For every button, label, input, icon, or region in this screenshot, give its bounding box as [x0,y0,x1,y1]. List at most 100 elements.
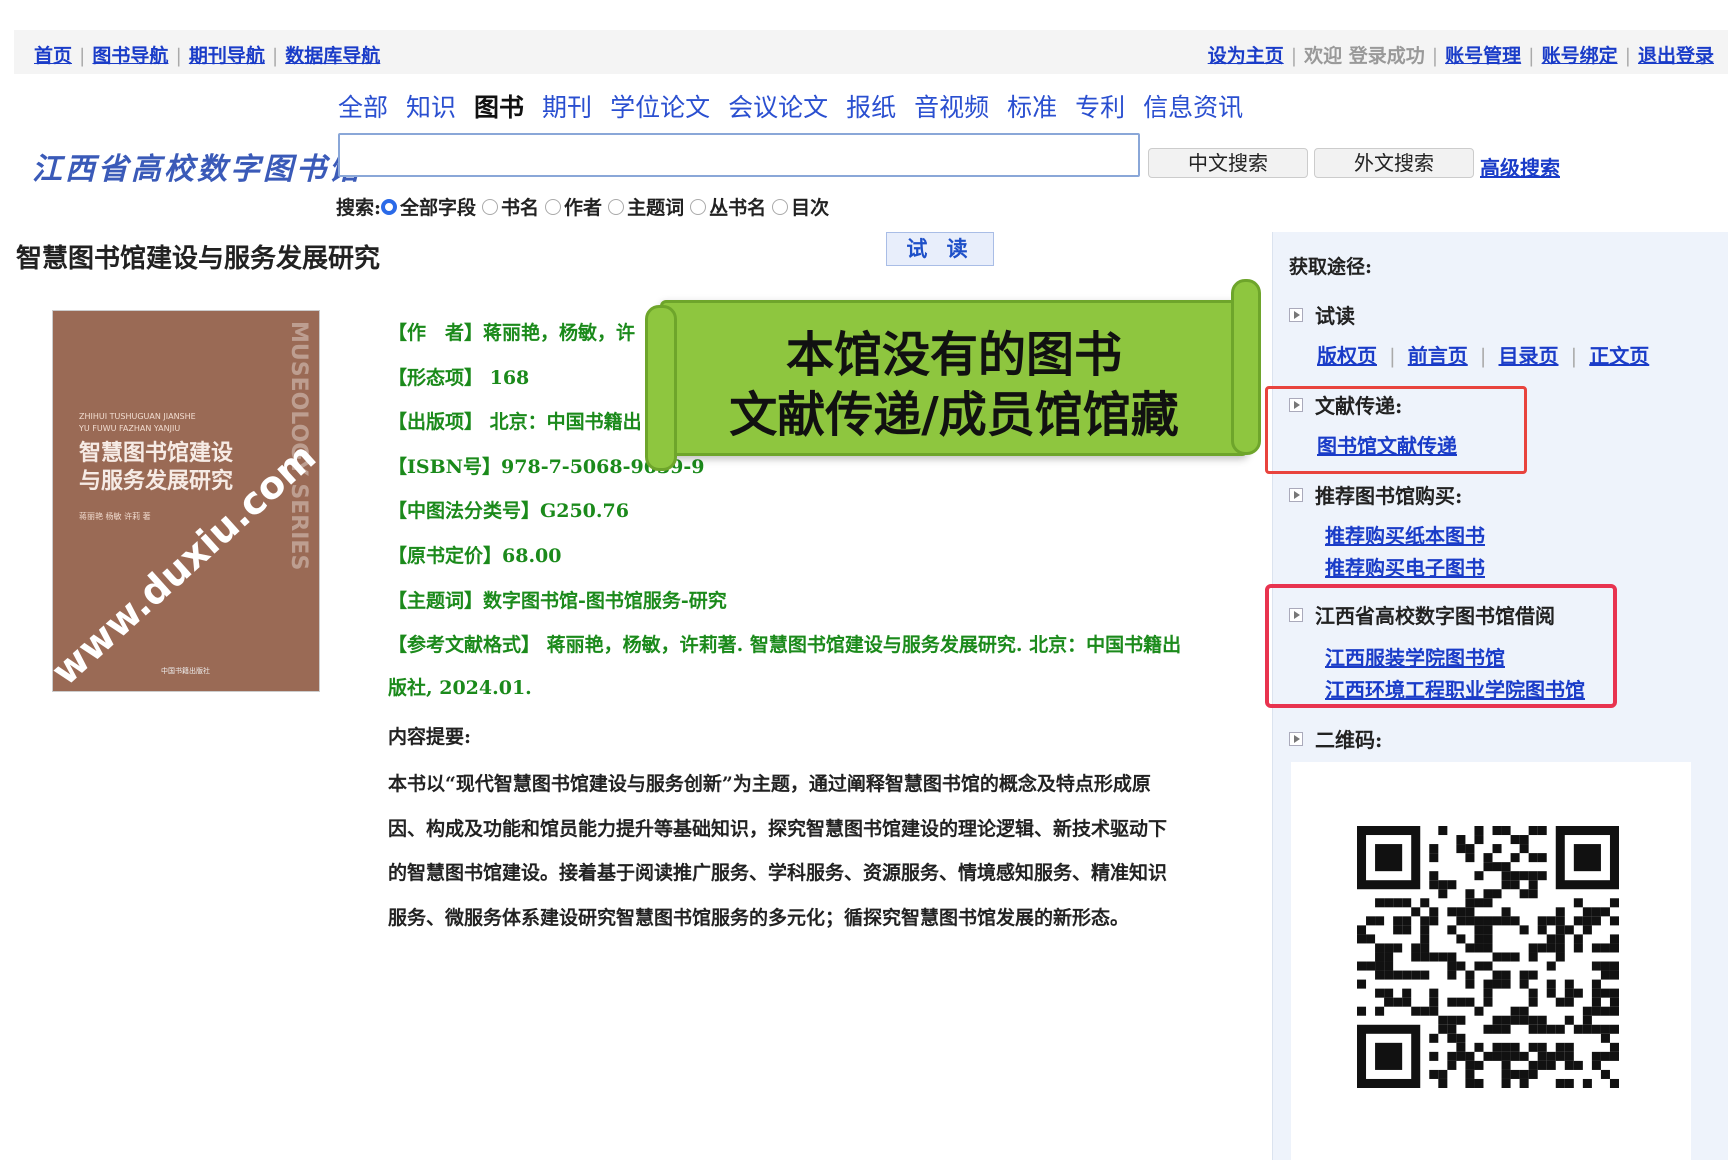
search-input[interactable] [338,133,1140,177]
option-title[interactable]: 书名 [482,193,539,220]
option-label: 主题词 [627,197,685,219]
borrow-link-1: 江西服装学院图书馆 [1325,642,1505,671]
summary-text: 本书以“现代智慧图书馆建设与服务创新”为主题，通过阐释智慧图书馆的概念及特点形成… [388,762,1264,940]
radio[interactable] [482,198,499,215]
tab-journals[interactable]: 期刊 [542,93,592,122]
radio-selected[interactable] [381,198,398,215]
qr-code-icon [1357,826,1619,1088]
expand-arrow-icon[interactable] [1289,487,1303,502]
category-tabs: 全部 知识 图书 期刊 学位论文 会议论文 报纸 音视频 标准 专利 信息资讯 [338,88,1261,124]
expand-arrow-icon[interactable] [1289,397,1303,412]
radio[interactable] [690,198,707,215]
account-bind-link[interactable]: 账号绑定 [1542,45,1618,67]
link-separator: | [1479,344,1487,368]
account-manage-link[interactable]: 账号管理 [1445,45,1521,67]
nav-separator: | [271,45,279,67]
option-all-fields[interactable]: 全部字段 [381,193,476,220]
meta-citation-cont: 版社, 2024.01. [388,676,532,699]
tab-knowledge[interactable]: 知识 [406,93,456,122]
expand-arrow-icon[interactable] [1289,607,1303,622]
link-separator: | [1389,344,1396,368]
recommend-paper-link[interactable]: 推荐购买纸本图书 [1325,524,1485,548]
recommend-ebook-link[interactable]: 推荐购买电子图书 [1325,556,1485,580]
top-nav: 首页 | 图书导航 | 期刊导航 | 数据库导航 [34,41,380,68]
panel-label: 江西省高校数字图书馆借阅 [1315,604,1555,628]
access-title: 获取途径: [1289,256,1373,278]
meta-citation: 【参考文献格式】 蒋丽艳，杨敏，许莉著. 智慧图书馆建设与服务发展研究. 北京：… [388,634,1182,657]
panel-label: 二维码: [1315,728,1383,752]
summary-line: 服务、微服务体系建设研究智慧图书馆服务的多元化；循探究智慧图书馆发展的新形态。 [388,906,1130,929]
tab-standards[interactable]: 标准 [1007,93,1057,122]
copyright-page-link[interactable]: 版权页 [1317,344,1377,368]
panel-label: 文献传递: [1315,394,1403,418]
option-label: 丛书名 [709,197,767,219]
try-read-links: 版权页 | 前言页 | 目录页 | 正文页 [1317,340,1649,369]
search-label: 搜索: [336,197,382,219]
nav-database-link[interactable]: 数据库导航 [285,45,380,67]
meta-subject: 【主题词】数字图书馆-图书馆服务-研究 [388,589,727,612]
radio[interactable] [772,198,789,215]
cover-title-line: 智慧图书馆建设 [79,440,234,466]
member-library-link[interactable]: 江西环境工程职业学院图书馆 [1325,678,1585,702]
radio[interactable] [545,198,562,215]
option-author[interactable]: 作者 [545,193,602,220]
nav-separator: | [175,45,182,67]
summary-line: 因、构成及功能和馆员能力提升等基础知识，探究智慧图书馆建设的理论逻辑、新技术驱动… [388,817,1168,840]
tab-news[interactable]: 信息资讯 [1143,93,1243,122]
nav-separator: | [79,45,86,67]
cover-pinyin: ZHIHUI TUSHUGUAN JIANSHE YU FUWU FAZHAN … [79,412,196,433]
option-subject[interactable]: 主题词 [608,193,684,220]
panel-label: 试读 [1315,304,1355,328]
panel-try-read: 试读 [1289,300,1355,329]
chinese-search-button[interactable]: 中文搜索 [1148,148,1308,178]
option-toc[interactable]: 目次 [772,193,829,220]
annotation-callout: 本馆没有的图书 文献传递/成员馆馆藏 [645,279,1261,471]
tab-theses[interactable]: 学位论文 [610,93,710,122]
set-home-link[interactable]: 设为主页 [1208,45,1284,67]
access-panel: 获取途径: 试读 版权页 | 前言页 | 目录页 | 正文页 文献传递: 图书馆文献传递 推… [1265,232,1728,1160]
book-title: 智慧图书馆建设与服务发展研究 [16,244,381,274]
panel-delivery: 文献传递: [1289,390,1402,419]
option-label: 作者 [564,197,603,219]
site-logo: 江西省高校数字图书馆 [32,152,362,187]
meta-price: 【原书定价】68.00 [388,544,562,567]
nav-separator: | [1431,45,1439,67]
delivery-links: 图书馆文献传递 [1317,430,1457,459]
tab-patents[interactable]: 专利 [1075,93,1125,122]
document-delivery-link[interactable]: 图书馆文献传递 [1317,434,1457,458]
summary-line: 的智慧图书馆建设。接着基于阅读推广服务、学科服务、资源服务、情境感知服务、精准知… [388,862,1168,884]
recommend-link-ebook: 推荐购买电子图书 [1325,552,1485,581]
member-library-link[interactable]: 江西服装学院图书馆 [1325,646,1505,670]
meta-clc: 【中图法分类号】G250.76 [388,500,629,523]
panel-qr: 二维码: [1289,724,1382,753]
panel-borrow: 江西省高校数字图书馆借阅 [1289,600,1555,629]
preface-page-link[interactable]: 前言页 [1408,344,1468,368]
tab-media[interactable]: 音视频 [914,93,989,122]
borrow-link-2: 江西环境工程职业学院图书馆 [1325,674,1585,703]
toc-page-link[interactable]: 目录页 [1499,344,1559,368]
summary-label: 内容提要: [388,726,472,748]
option-label: 目次 [791,197,830,219]
foreign-search-button[interactable]: 外文搜索 [1314,148,1474,178]
advanced-search-link[interactable]: 高级搜索 [1480,152,1560,181]
nav-home-link[interactable]: 首页 [34,45,72,67]
nav-separator: | [1624,45,1631,67]
expand-arrow-icon[interactable] [1289,731,1303,746]
qr-code-area [1291,762,1691,1160]
search-field-options: 搜索: 全部字段 书名 作者 主题词 丛书名 目次 [336,193,835,220]
nav-journal-link[interactable]: 期刊导航 [189,45,265,67]
top-bar: 首页 | 图书导航 | 期刊导航 | 数据库导航 设为主页 | 欢迎 登录成功 | 账号管理 | 账号绑… [14,30,1728,74]
tab-books[interactable]: 图书 [474,93,524,122]
text-page-link[interactable]: 正文页 [1589,344,1649,368]
tab-conference[interactable]: 会议论文 [728,93,828,122]
tab-all[interactable]: 全部 [338,93,388,122]
welcome-text: 欢迎 登录成功 [1304,45,1425,67]
option-series[interactable]: 丛书名 [690,193,766,220]
option-label: 全部字段 [400,197,477,219]
logout-link[interactable]: 退出登录 [1638,45,1714,67]
tab-newspapers[interactable]: 报纸 [846,93,896,122]
try-read-button[interactable]: 试 读 [886,232,994,266]
expand-arrow-icon[interactable] [1289,307,1303,322]
nav-book-link[interactable]: 图书导航 [92,45,168,67]
radio[interactable] [608,198,625,215]
